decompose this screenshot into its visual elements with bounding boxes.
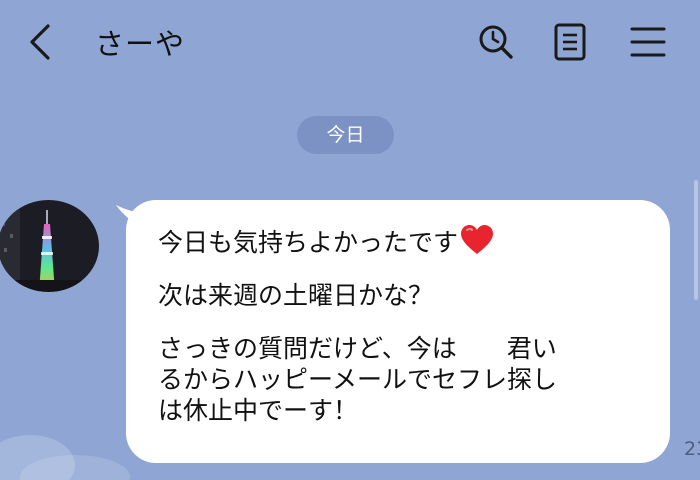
message-line: 今日も気持ちよかったです (158, 224, 650, 258)
chevron-left-icon (30, 24, 50, 60)
message-line: 次は来週の土曜日かな？ (158, 281, 434, 310)
search-icon (479, 25, 513, 59)
red-heart-icon (461, 225, 494, 254)
background-cloud (0, 435, 130, 480)
notes-icon (554, 23, 586, 61)
menu-button[interactable] (626, 20, 670, 64)
message-line: るからハッピーメールでセフレ探し (158, 365, 558, 394)
chat-header: さーや (0, 0, 700, 88)
chat-title: さーや (95, 27, 186, 61)
message-timestamp: 23 (684, 438, 700, 460)
menu-icon (630, 27, 666, 57)
message-line: は休止中でーす！ (158, 396, 359, 425)
avatar[interactable] (0, 200, 99, 292)
search-button[interactable] (474, 20, 518, 64)
date-separator: 今日 (297, 116, 394, 154)
tower-photo-icon (0, 200, 99, 292)
back-button[interactable] (22, 20, 62, 64)
scrollbar-thumb[interactable] (694, 180, 698, 300)
message-line: さっきの質問だけど、今は 君い (158, 334, 557, 363)
message-text: 今日も気持ちよかったです (158, 228, 459, 257)
message-bubble[interactable]: 今日も気持ちよかったです 次は来週の土曜日かな？ さっきの質問だけど、今は 君い… (126, 200, 670, 463)
notes-button[interactable] (549, 20, 593, 64)
